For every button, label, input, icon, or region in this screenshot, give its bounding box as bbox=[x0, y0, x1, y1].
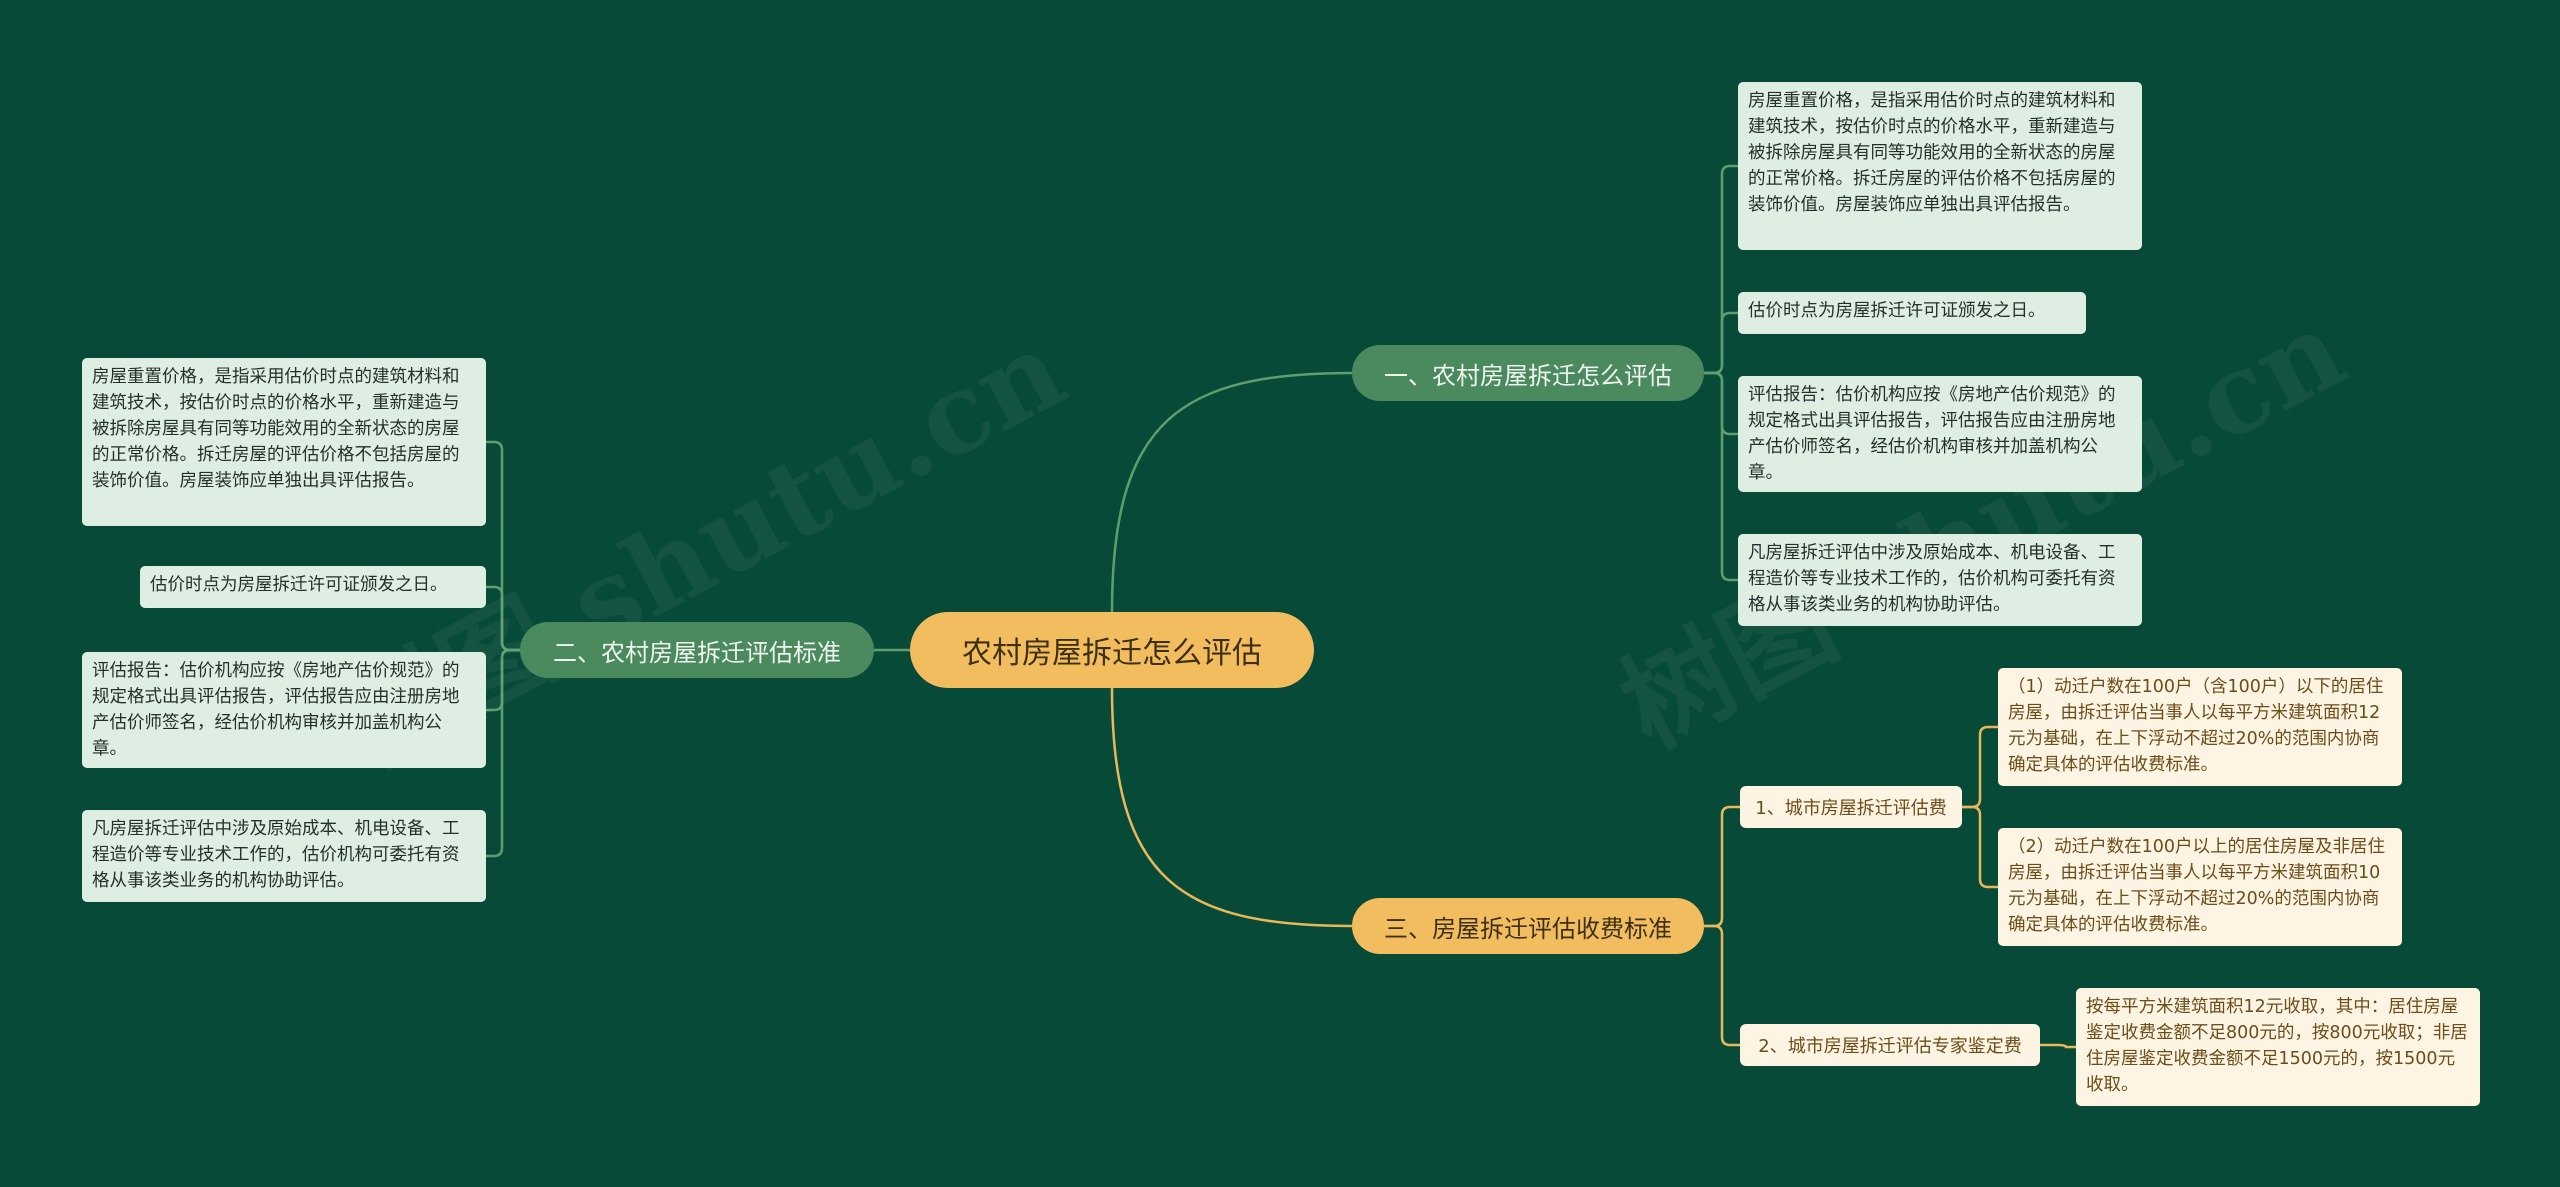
link-b3-sub-0 bbox=[1704, 805, 1740, 928]
leaf-fee-under-100[interactable]: （1）动迁户数在100户（含100户）以下的居住房屋，由拆迁评估当事人以每平方米… bbox=[1998, 668, 2402, 786]
link-b2-leaf-3 bbox=[486, 648, 520, 858]
branch-evaluation-standard[interactable]: 二、农村房屋拆迁评估标准 bbox=[520, 622, 874, 678]
link-root-b1 bbox=[1110, 371, 1353, 613]
root-topic[interactable]: 农村房屋拆迁怎么评估 bbox=[910, 612, 1314, 688]
leaf-valuation-date[interactable]: 估价时点为房屋拆迁许可证颁发之日。 bbox=[1738, 292, 2086, 334]
sub-expert-appraisal-fee[interactable]: 2、城市房屋拆迁评估专家鉴定费 bbox=[1740, 1024, 2040, 1066]
branch-how-to-evaluate[interactable]: 一、农村房屋拆迁怎么评估 bbox=[1352, 345, 1704, 401]
leaf-evaluation-report[interactable]: 评估报告：估价机构应按《房地产估价规范》的规定格式出具评估报告，评估报告应由注册… bbox=[82, 652, 486, 768]
link-b1-leaf-1 bbox=[1704, 311, 1738, 375]
leaf-replacement-price[interactable]: 房屋重置价格，是指采用估价时点的建筑材料和建筑技术，按估价时点的价格水平，重新建… bbox=[82, 358, 486, 526]
link-root-b3 bbox=[1110, 687, 1353, 928]
leaf-professional-assist[interactable]: 凡房屋拆迁评估中涉及原始成本、机电设备、工程造价等专业技术工作的，估价机构可委托… bbox=[82, 810, 486, 902]
leaf-valuation-date[interactable]: 估价时点为房屋拆迁许可证颁发之日。 bbox=[140, 566, 486, 608]
mind-map-canvas: 树图 shutu.cn 树图 shutu.cn 农村房屋拆迁怎么评估 一、农村房… bbox=[0, 0, 2560, 1187]
sub-urban-evaluation-fee[interactable]: 1、城市房屋拆迁评估费 bbox=[1740, 786, 1962, 828]
link-b3-sub-1 bbox=[1704, 924, 1740, 1047]
link-sub2-leaf-0 bbox=[2040, 1043, 2076, 1049]
branch-fee-standard[interactable]: 三、房屋拆迁评估收费标准 bbox=[1352, 898, 1704, 954]
leaf-evaluation-report[interactable]: 评估报告：估价机构应按《房地产估价规范》的规定格式出具评估报告，评估报告应由注册… bbox=[1738, 376, 2142, 492]
leaf-expert-fee-detail[interactable]: 按每平方米建筑面积12元收取，其中：居住房屋鉴定收费金额不足800元的，按800… bbox=[2076, 988, 2480, 1106]
link-b1-leaf-3 bbox=[1704, 371, 1738, 582]
link-b2-leaf-1 bbox=[486, 585, 520, 652]
leaf-professional-assist[interactable]: 凡房屋拆迁评估中涉及原始成本、机电设备、工程造价等专业技术工作的，估价机构可委托… bbox=[1738, 534, 2142, 626]
leaf-replacement-price[interactable]: 房屋重置价格，是指采用估价时点的建筑材料和建筑技术，按估价时点的价格水平，重新建… bbox=[1738, 82, 2142, 250]
link-sub1-leaf-1 bbox=[1962, 805, 1998, 889]
leaf-fee-over-100[interactable]: （2）动迁户数在100户以上的居住房屋及非居住房屋，由拆迁评估当事人以每平方米建… bbox=[1998, 828, 2402, 946]
link-sub1-leaf-0 bbox=[1962, 725, 1998, 809]
